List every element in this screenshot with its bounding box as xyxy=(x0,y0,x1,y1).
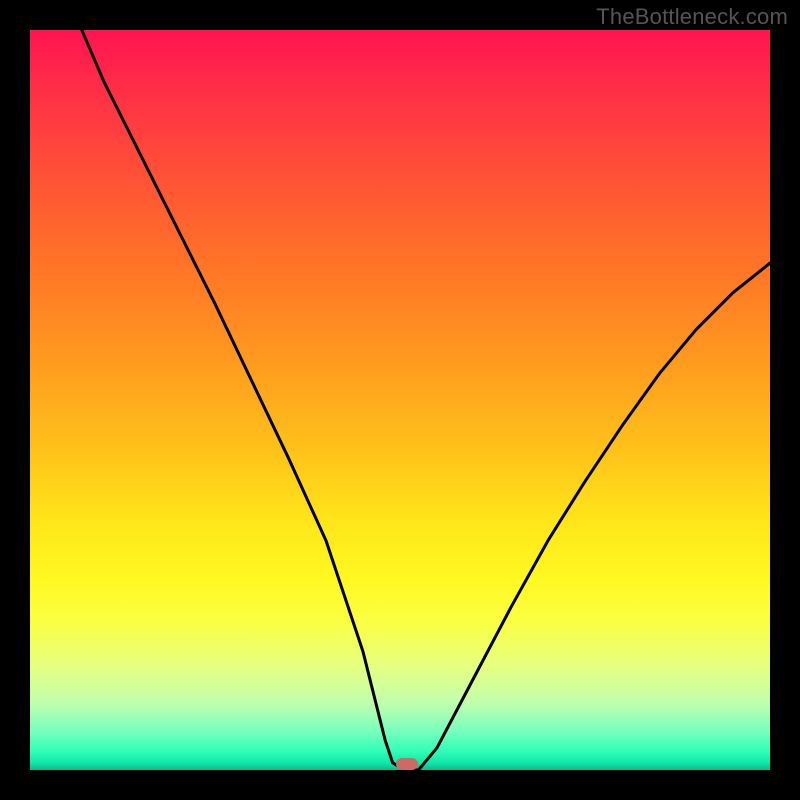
bottleneck-curve xyxy=(30,30,770,770)
optimum-marker xyxy=(396,758,418,770)
watermark-label: TheBottleneck.com xyxy=(596,4,788,30)
plot-area xyxy=(30,30,770,770)
chart-frame: TheBottleneck.com xyxy=(0,0,800,800)
curve-path xyxy=(82,30,770,770)
